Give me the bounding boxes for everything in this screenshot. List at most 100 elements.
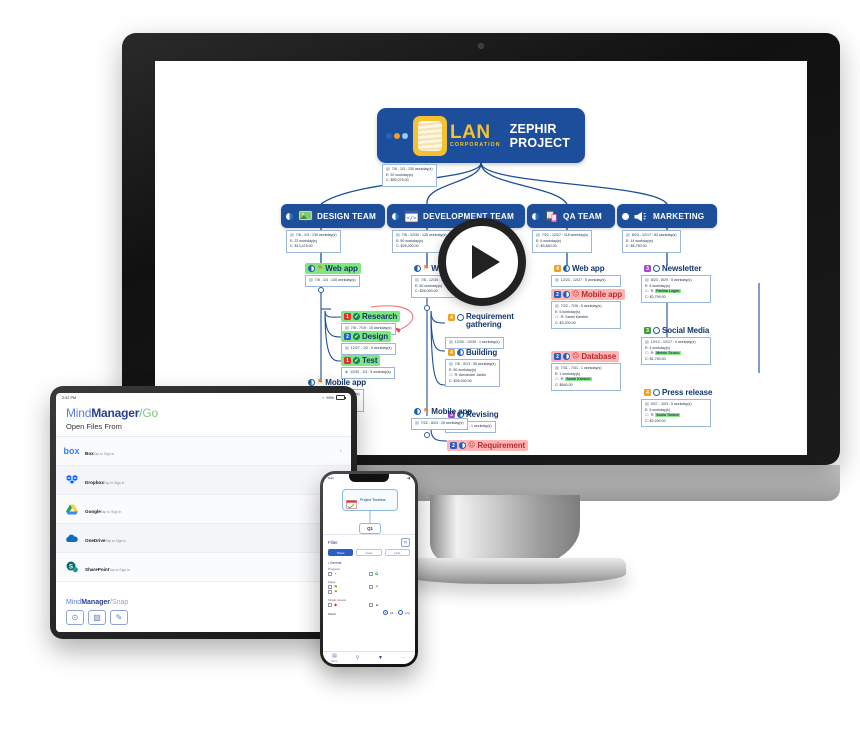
team-node-design[interactable]: DESIGN TEAM [281, 204, 385, 228]
close-filter-icon[interactable]: ✕ [401, 538, 410, 547]
info-line: R: Sarah Karsten [560, 315, 589, 320]
segment-show[interactable]: Show [328, 549, 354, 556]
snap-part1: Mind [66, 599, 82, 606]
checkbox[interactable] [328, 584, 332, 589]
filter-option[interactable]: ◆ [328, 602, 369, 607]
task-info-building: ▤ 7/8 - 9/13 : 50 workday(s) E: 50 workda… [445, 359, 500, 388]
code-window-icon: </> [403, 209, 419, 223]
task-design-design[interactable]: 2 Design [341, 331, 392, 342]
info-line: 8/23 - 8/29 : 5 workday(s) [650, 278, 692, 282]
mindmap-root-node[interactable]: LAN CORPORATION ZEPHIR PROJECT [377, 108, 585, 163]
filter-option[interactable]: ⚑ [369, 584, 410, 589]
radio-any[interactable]: Any [398, 610, 410, 615]
play-triangle-icon [471, 245, 500, 279]
pencil-button[interactable]: ✎ [110, 610, 128, 625]
task-dev-mobileapp[interactable]: ⚑ Mobile app [411, 406, 475, 417]
priority-badge: 2 [554, 353, 561, 360]
tablet-brand: MindManager/Go [56, 402, 351, 421]
design-info-0: 7/8 - 1/3 : 130 workday(s) [295, 233, 337, 237]
checkbox[interactable] [328, 572, 332, 576]
provider-sub: Tap to Sign in [100, 510, 122, 514]
project-title: ZEPHIR PROJECT [509, 121, 571, 150]
task-design-webapp[interactable]: ⚑ Web app [305, 263, 361, 274]
task-design-test[interactable]: 1 Test [341, 355, 381, 366]
info-line: 12/12 - 12/17 : 4 workday(s) [650, 340, 696, 344]
match-radios: All Any [323, 608, 415, 615]
design-info-2: C: $13,478.00 [290, 244, 313, 249]
checkbox[interactable] [369, 602, 373, 607]
mobile-devices-icon [543, 209, 559, 223]
progress-icon [459, 442, 466, 449]
filter-option[interactable]: ▲ [369, 602, 410, 607]
task-marketing-pressrelease[interactable]: 4 Press release [641, 387, 715, 398]
calendar-icon: ▤ [309, 277, 313, 282]
task-qa-database[interactable]: 2 ☹ Database [551, 351, 620, 362]
camera-button[interactable]: ⊙ [66, 610, 84, 625]
flag-options: ⚑ ⚑ ⚑ [328, 584, 410, 596]
info-line: 12/27 - 1/2 : 5 workday(s) [350, 346, 392, 350]
task-qa-mobileapp[interactable]: 2 ☹ Mobile app [551, 289, 626, 300]
list-item-box[interactable]: box BoxTap to Sign in › [56, 437, 351, 466]
list-item-onedrive[interactable]: OneDriveTap to Sign in › [56, 524, 351, 553]
tab-more[interactable]: ⋯ [392, 652, 415, 664]
filter-option[interactable]: ✿ [369, 572, 410, 576]
task-dev-requirement-gathering[interactable]: 4 Requirement gathering [445, 312, 527, 335]
tab-filter[interactable]: ▼ [369, 652, 392, 664]
radio-dot [398, 610, 404, 615]
tablet-status-bar: 2:02 PM ⌁ 93% [56, 393, 351, 402]
provider-sub: Tap to Sign in [109, 568, 130, 572]
checkbox[interactable] [369, 584, 373, 589]
root-status-dots [386, 132, 408, 139]
filter-option[interactable]: ⚑ [328, 584, 369, 589]
list-item-dropbox[interactable]: DropboxTap to Sign in › [56, 466, 351, 495]
snap-part2: Manager [81, 599, 110, 606]
task-dev-building[interactable]: 4 Building [445, 347, 500, 358]
priority-badge: 4 [448, 314, 455, 321]
calendar-icon: ▤ [386, 166, 390, 171]
list-item-sharepoint[interactable]: S SharePointTap to Sign in › [56, 553, 351, 582]
radio-all[interactable]: All [383, 610, 393, 615]
calendar-icon: ▤ [415, 420, 419, 425]
info-line: C: $26,000.00 [449, 378, 472, 383]
logo-sub: CORPORATION [450, 141, 501, 148]
info-line: C: $640.00 [555, 382, 573, 387]
presentation-icon [297, 209, 313, 223]
task-marketing-socialmedia[interactable]: 3 Social Media [641, 325, 712, 336]
calendar-icon: ▤ [645, 339, 649, 344]
checkbox[interactable] [328, 602, 332, 607]
battery-percent: 93% [326, 395, 334, 400]
tab-search[interactable]: ⚲ [346, 652, 369, 664]
task-dev-requirement[interactable]: 2 ☹ Requirement [447, 440, 529, 451]
play-video-button[interactable] [438, 218, 526, 306]
checkbox[interactable] [369, 572, 373, 576]
image-button[interactable]: ▨ [88, 610, 106, 625]
checkbox[interactable] [328, 590, 332, 594]
group-title-text: General [330, 561, 342, 565]
flag-orange-icon: ⚑ [317, 265, 324, 272]
filter-option[interactable]: ⚑ [328, 590, 369, 594]
tab-menu[interactable]: ▤ Menu [323, 652, 346, 664]
task-info-newsletter: ▤ 8/23 - 8/29 : 5 workday(s) E: 5 workday… [641, 275, 711, 304]
info-line: R: Alexandre Jardin [454, 373, 486, 378]
collapse-handle[interactable] [318, 287, 324, 293]
phone-child-node[interactable]: Q1 [359, 523, 381, 534]
task-qa-webapp[interactable]: 4 Web app [551, 263, 608, 274]
task-design-research[interactable]: 1 Research [341, 311, 401, 322]
segment-hide[interactable]: Hide [384, 549, 410, 556]
team-label-design: DESIGN TEAM [317, 211, 377, 221]
tablet-footer: MindManager/Snap ⊙ ▨ ✎ [56, 594, 351, 632]
calendar-icon: ▤ [626, 232, 630, 237]
collapse-handle[interactable] [424, 305, 430, 311]
segment-fade[interactable]: Fade [356, 549, 382, 556]
calendar-icon: ▤ [449, 361, 453, 366]
collapse-handle[interactable] [424, 432, 430, 438]
list-item-google[interactable]: GoogleTap to Sign in › [56, 495, 351, 524]
team-node-marketing[interactable]: MARKETING [617, 204, 717, 228]
team-node-qa[interactable]: QA TEAM [527, 204, 615, 228]
calendar-icon: ▤ [396, 232, 400, 237]
priority-badge: 4 [448, 349, 455, 356]
phone-mindmap[interactable]: Project Timeline Q1 [323, 482, 415, 540]
filter-option[interactable]: ◔ [328, 572, 369, 576]
task-marketing-newsletter[interactable]: 3 Newsletter [641, 263, 704, 274]
provider-name: Dropbox [85, 480, 104, 485]
